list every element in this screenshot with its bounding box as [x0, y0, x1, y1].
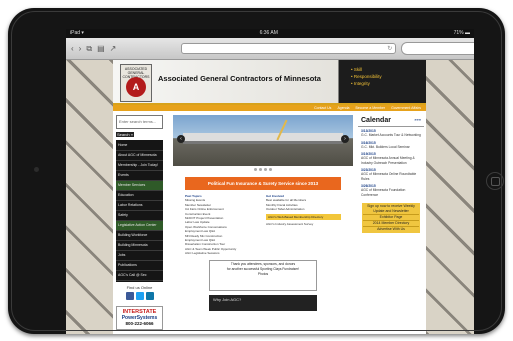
twitter-icon[interactable] [135, 292, 144, 300]
linkedin-icon[interactable] [145, 292, 154, 300]
past-topics-column: Past Topics Missing Events Member Newsle… [185, 194, 260, 256]
site-search-input[interactable]: Enter search terms... [116, 115, 163, 129]
event-text: AGC of Minnesota Foundation Conference [361, 188, 406, 197]
status-bar: iPad ▾ 6:36 AM 71% ▬ [66, 29, 474, 38]
carrier-label: iPad ▾ [70, 30, 84, 36]
directory-highlight[interactable]: AGC's Web-Based Membership Directory [266, 213, 341, 221]
calendar-event[interactable]: 3/16/2015 G.C. Mkt. Builders Local Semina… [358, 139, 424, 151]
menu-item[interactable]: Events [116, 171, 163, 181]
right-column: Calendar »»» 3/13/2015 G.C. Market Accoun… [358, 115, 424, 233]
menu-item[interactable]: Building Minnesota [116, 241, 163, 251]
site-title: Associated General Contractors of Minnes… [158, 74, 321, 83]
menu-item[interactable]: Member Services [116, 181, 163, 191]
carousel-dot[interactable] [259, 168, 262, 171]
insurance-banner[interactable]: Political Fun Insurance & Surety Service… [185, 177, 341, 190]
browser-search-field[interactable] [401, 42, 474, 55]
sidebar-buttons: Sign up now to receive Weekly Update and… [362, 202, 420, 233]
menu-item[interactable]: Membership - Join Today! [116, 161, 163, 171]
center-column: ‹ › Political Fun Insurance & Surety Ser… [173, 115, 353, 311]
thanks-box: Thank you attendees, sponsors, and donor… [209, 259, 317, 291]
calendar-header: Calendar »»» [358, 115, 424, 127]
carousel-dot[interactable] [264, 168, 267, 171]
topnav-link[interactable]: Government Affairs [391, 105, 421, 111]
menu-item[interactable]: Legislative Action Center [116, 221, 163, 231]
carousel-dots [173, 168, 353, 171]
topnav-link[interactable]: Contact Us [314, 105, 331, 111]
topnav-link[interactable]: Become a Member [356, 105, 386, 111]
calendar-event[interactable]: 3/26/2015 AGC of Minnesota Foundation Con… [358, 182, 424, 198]
video-title: Why Join AGC? [213, 296, 242, 302]
get-involved-column: Get Involved Best available for all Memb… [266, 194, 341, 256]
header-value-integrity: • Integrity [351, 81, 370, 86]
logo-badge: A [126, 77, 146, 97]
home-button[interactable] [486, 172, 504, 190]
calendar-event[interactable]: 3/23/2015 AGC of Minnesota Online Roundta… [358, 166, 424, 182]
carousel-next-icon[interactable]: › [341, 135, 349, 143]
ipad-frame: iPad ▾ 6:36 AM 71% ▬ ‹ › ⧉ ▤ ↗ ↻ ASSOCIA… [8, 8, 505, 334]
ad-phone: 800-222-6066 [125, 321, 154, 326]
share-icon[interactable]: ↗ [110, 44, 117, 53]
tabs-icon[interactable]: ⧉ [86, 44, 92, 54]
calendar-event[interactable]: 3/19/2015 AGC of Minnesota Annual Meeting… [358, 150, 424, 166]
ipad-screen: iPad ▾ 6:36 AM 71% ▬ ‹ › ⧉ ▤ ↗ ↻ ASSOCIA… [66, 29, 474, 334]
menu-item[interactable]: Education [116, 191, 163, 201]
browser-toolbar: ‹ › ⧉ ▤ ↗ ↻ [66, 38, 474, 60]
side-menu: Home About AGC of Minnesota Membership -… [116, 140, 163, 282]
event-text: G.C. Market Accounts Tour & Networking [361, 133, 421, 138]
menu-item[interactable]: Jobs [116, 251, 163, 261]
menu-item[interactable]: Home [116, 141, 163, 151]
address-bar[interactable]: ↻ [181, 43, 397, 54]
menu-item[interactable]: AGC's Call @ Sec [116, 271, 163, 281]
forward-icon[interactable]: › [79, 44, 82, 53]
menu-item[interactable]: Building Workforce [116, 231, 163, 241]
bridge-graphic [183, 133, 343, 144]
facebook-icon[interactable] [125, 292, 134, 300]
carousel-prev-icon[interactable]: ‹ [177, 135, 185, 143]
site-header: ASSOCIATED GENERAL CONTRACTORS A Associa… [113, 60, 426, 105]
back-icon[interactable]: ‹ [71, 44, 74, 53]
carousel-dot[interactable] [254, 168, 257, 171]
calendar-title: Calendar [361, 117, 391, 124]
menu-item[interactable]: About AGC of Minnesota [116, 151, 163, 161]
menu-item[interactable]: Labor Relations [116, 201, 163, 211]
carousel-dot[interactable] [269, 168, 272, 171]
calendar-event[interactable]: 3/13/2015 G.C. Market Accounts Tour & Net… [358, 127, 424, 139]
calendar-more-link[interactable]: »»» [414, 117, 421, 124]
topic-item[interactable]: AGC Legislative Sessions [185, 251, 260, 255]
header-values: • Skill • Responsibility • Integrity [351, 66, 382, 87]
advertise-button[interactable]: Advertise With Us [363, 227, 419, 232]
survey-link[interactable]: AGC's Industry Assessment Survey [266, 222, 341, 226]
photos-link[interactable]: Photos [210, 272, 316, 277]
top-nav: Contact Us Agenda Become a Member Govern… [113, 105, 426, 111]
clock: 6:36 AM [259, 30, 278, 36]
find-us-label: Find us Online [126, 285, 153, 290]
event-text: AGC of Minnesota Annual Meeting & Indust… [361, 156, 415, 165]
battery-indicator: 71% ▬ [453, 30, 470, 36]
social-links [116, 292, 163, 300]
left-column: Enter search terms... Search » Home Abou… [116, 115, 163, 330]
menu-item[interactable]: Safety [116, 211, 163, 221]
webpage-background: ASSOCIATED GENERAL CONTRACTORS A Associa… [66, 60, 474, 334]
interstate-ad[interactable]: INTERSTATE PowerSystems 800-222-6066 [116, 306, 163, 330]
header-value-responsibility: • Responsibility [351, 74, 382, 79]
event-text: G.C. Mkt. Builders Local Seminar [361, 144, 410, 149]
camera-icon [34, 167, 39, 172]
event-text: AGC of Minnesota Online Roundtable Rules [361, 172, 417, 181]
menu-item[interactable]: Publications [116, 261, 163, 271]
header-value-skill: • Skill [351, 67, 363, 72]
hero-photo: ‹ › [173, 115, 353, 166]
video-player[interactable]: Why Join AGC? [209, 294, 317, 311]
topnav-link[interactable]: Agenda [337, 105, 349, 111]
agc-logo[interactable]: ASSOCIATED GENERAL CONTRACTORS A [120, 64, 152, 102]
search-button[interactable]: Search » [116, 132, 134, 137]
newsletter-signup-button[interactable]: Sign up now to receive Weekly Update and… [363, 204, 419, 215]
involved-item[interactable]: Outdoor Tabel Administration [266, 207, 341, 211]
bookmarks-icon[interactable]: ▤ [97, 44, 105, 53]
topics-list: Past Topics Missing Events Member Newsle… [185, 194, 341, 256]
